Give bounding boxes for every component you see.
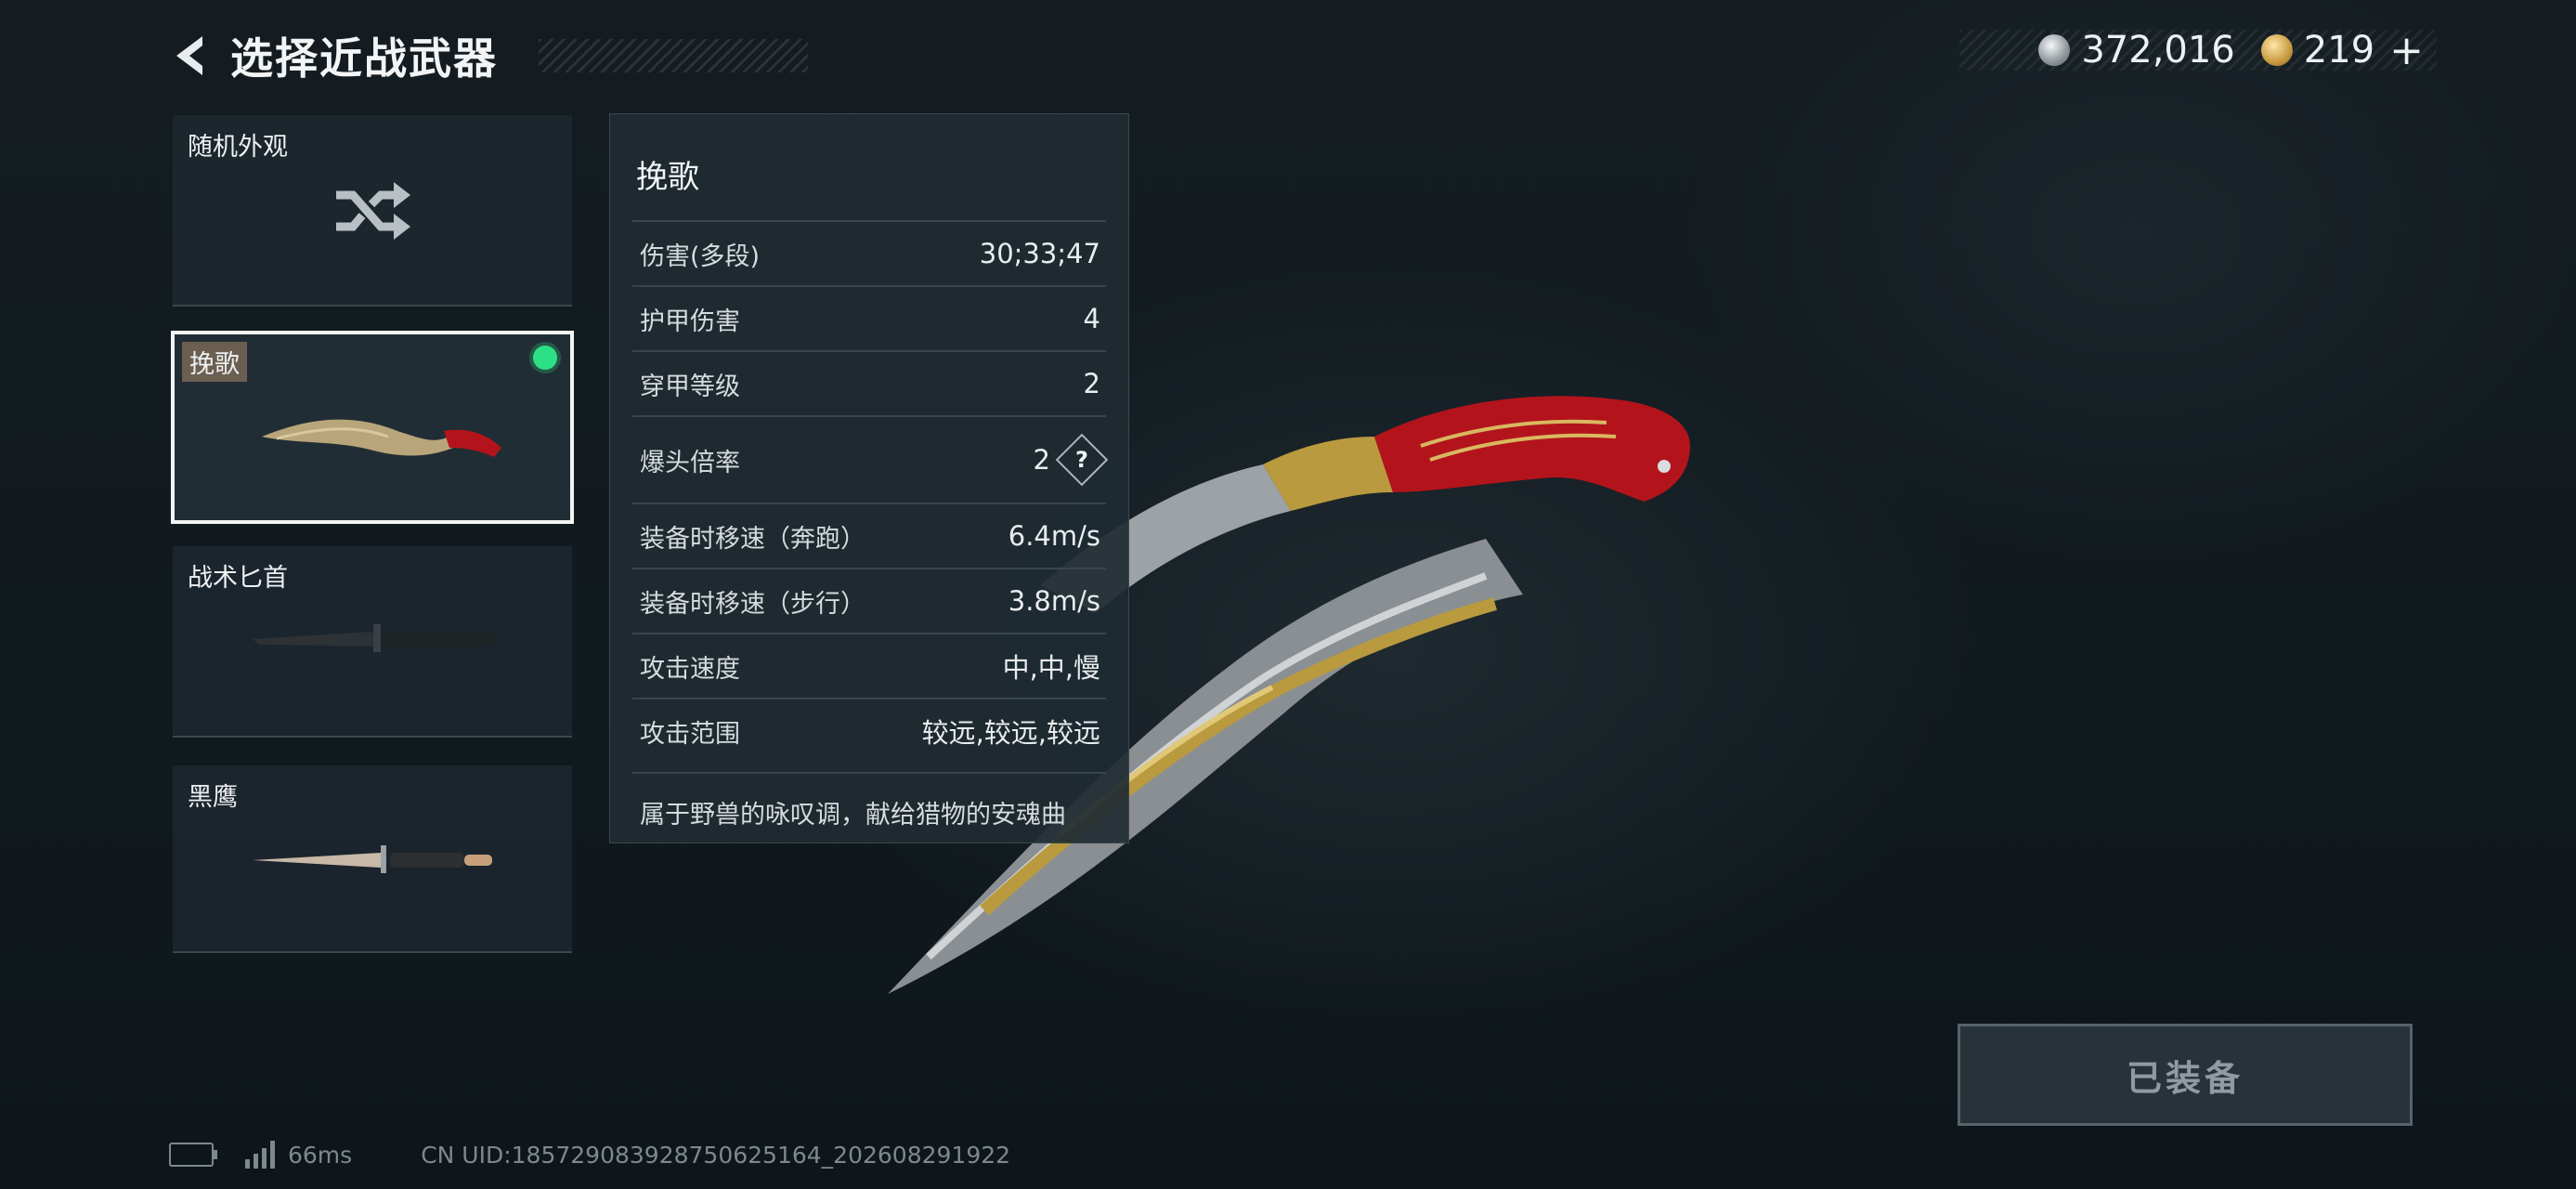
stat-label: 装备时移速（步行） <box>640 589 865 619</box>
stat-value: 3.8m/s <box>1008 585 1100 617</box>
stat-row-damage: 伤害(多段) 30;33;47 <box>632 220 1106 285</box>
weapon-card-label: 战术匕首 <box>188 564 288 593</box>
stat-row-penetration-level: 穿甲等级 2 <box>632 350 1106 415</box>
stat-row-attack-range: 攻击范围 较远,较远,较远 <box>632 698 1106 763</box>
stat-row-armor-damage: 护甲伤害 4 <box>632 285 1106 350</box>
stat-value: 2 <box>1083 368 1100 399</box>
equipped-indicator <box>533 346 557 370</box>
help-icon[interactable]: ? <box>1055 433 1109 487</box>
weapon-card-wange[interactable]: 挽歌 <box>171 331 574 524</box>
battery-icon <box>169 1143 217 1167</box>
stat-label: 攻击范围 <box>640 719 740 749</box>
header-decoration <box>539 39 808 72</box>
gold-coin-icon <box>2260 34 2293 66</box>
tactical-dagger-thumbnail <box>253 624 498 652</box>
gold-amount: 219 <box>2303 29 2375 72</box>
header: 选择近战武器 <box>167 26 808 85</box>
equipped-button[interactable]: 已装备 <box>1958 1024 2413 1126</box>
stat-row-walk-speed: 装备时移速（步行） 3.8m/s <box>632 568 1106 633</box>
weapon-card-label: 黑鹰 <box>188 783 238 812</box>
stat-value: 中,中,慢 <box>1002 652 1100 684</box>
kukri-knife-thumbnail <box>262 419 501 457</box>
weapon-card-tactical-dagger[interactable]: 战术匕首 <box>173 546 572 738</box>
shuffle-icon <box>336 182 410 240</box>
stat-row-headshot-multiplier: 爆头倍率 2 ? <box>632 415 1109 503</box>
weapon-stats-panel: 挽歌 伤害(多段) 30;33;47 护甲伤害 4 穿甲等级 2 爆头倍率 2 … <box>609 113 1129 843</box>
silver-amount: 372,016 <box>2081 29 2235 72</box>
page-title: 选择近战武器 <box>230 33 498 84</box>
stat-label: 爆头倍率 <box>640 448 740 477</box>
ping-value: 66ms <box>288 1141 353 1169</box>
weapon-card-random[interactable]: 随机外观 <box>173 115 572 307</box>
weapon-card-black-hawk[interactable]: 黑鹰 <box>173 765 572 953</box>
stat-label: 穿甲等级 <box>640 372 740 401</box>
currency-bar: 372,016 219 + <box>1959 27 2437 74</box>
back-button[interactable] <box>167 30 214 82</box>
stat-label: 攻击速度 <box>640 654 740 684</box>
stat-value: 30;33;47 <box>979 238 1100 269</box>
stat-value: 较远,较远,较远 <box>921 717 1100 749</box>
status-footer: 66ms CN UID:185729083928750625164_202608… <box>169 1135 1010 1174</box>
stat-row-attack-speed: 攻击速度 中,中,慢 <box>632 633 1106 698</box>
weapon-card-label: 挽歌 <box>182 342 247 382</box>
user-uid: CN UID:185729083928750625164_20260829192… <box>421 1141 1011 1169</box>
stat-value: 6.4m/s <box>1008 520 1100 552</box>
weapon-description: 属于野兽的咏叹调，献给猎物的安魂曲 <box>632 772 1106 830</box>
stat-label: 装备时移速（奔跑） <box>640 524 865 554</box>
stat-label: 护甲伤害 <box>640 307 740 336</box>
stat-value-group: 2 ? <box>1033 433 1109 487</box>
add-currency-button[interactable]: + <box>2389 27 2424 74</box>
weapon-card-label: 随机外观 <box>188 133 288 162</box>
stat-value: 4 <box>1083 303 1100 334</box>
back-arrow-icon <box>176 36 202 75</box>
stat-value: 2 <box>1033 444 1050 476</box>
stat-label: 伤害(多段) <box>640 242 761 271</box>
signal-strength-icon <box>245 1141 275 1169</box>
weapon-name: 挽歌 <box>636 159 699 196</box>
black-hawk-knife-thumbnail <box>253 845 492 873</box>
stat-row-run-speed: 装备时移速（奔跑） 6.4m/s <box>632 503 1106 568</box>
help-icon-glyph: ? <box>1075 446 1088 473</box>
